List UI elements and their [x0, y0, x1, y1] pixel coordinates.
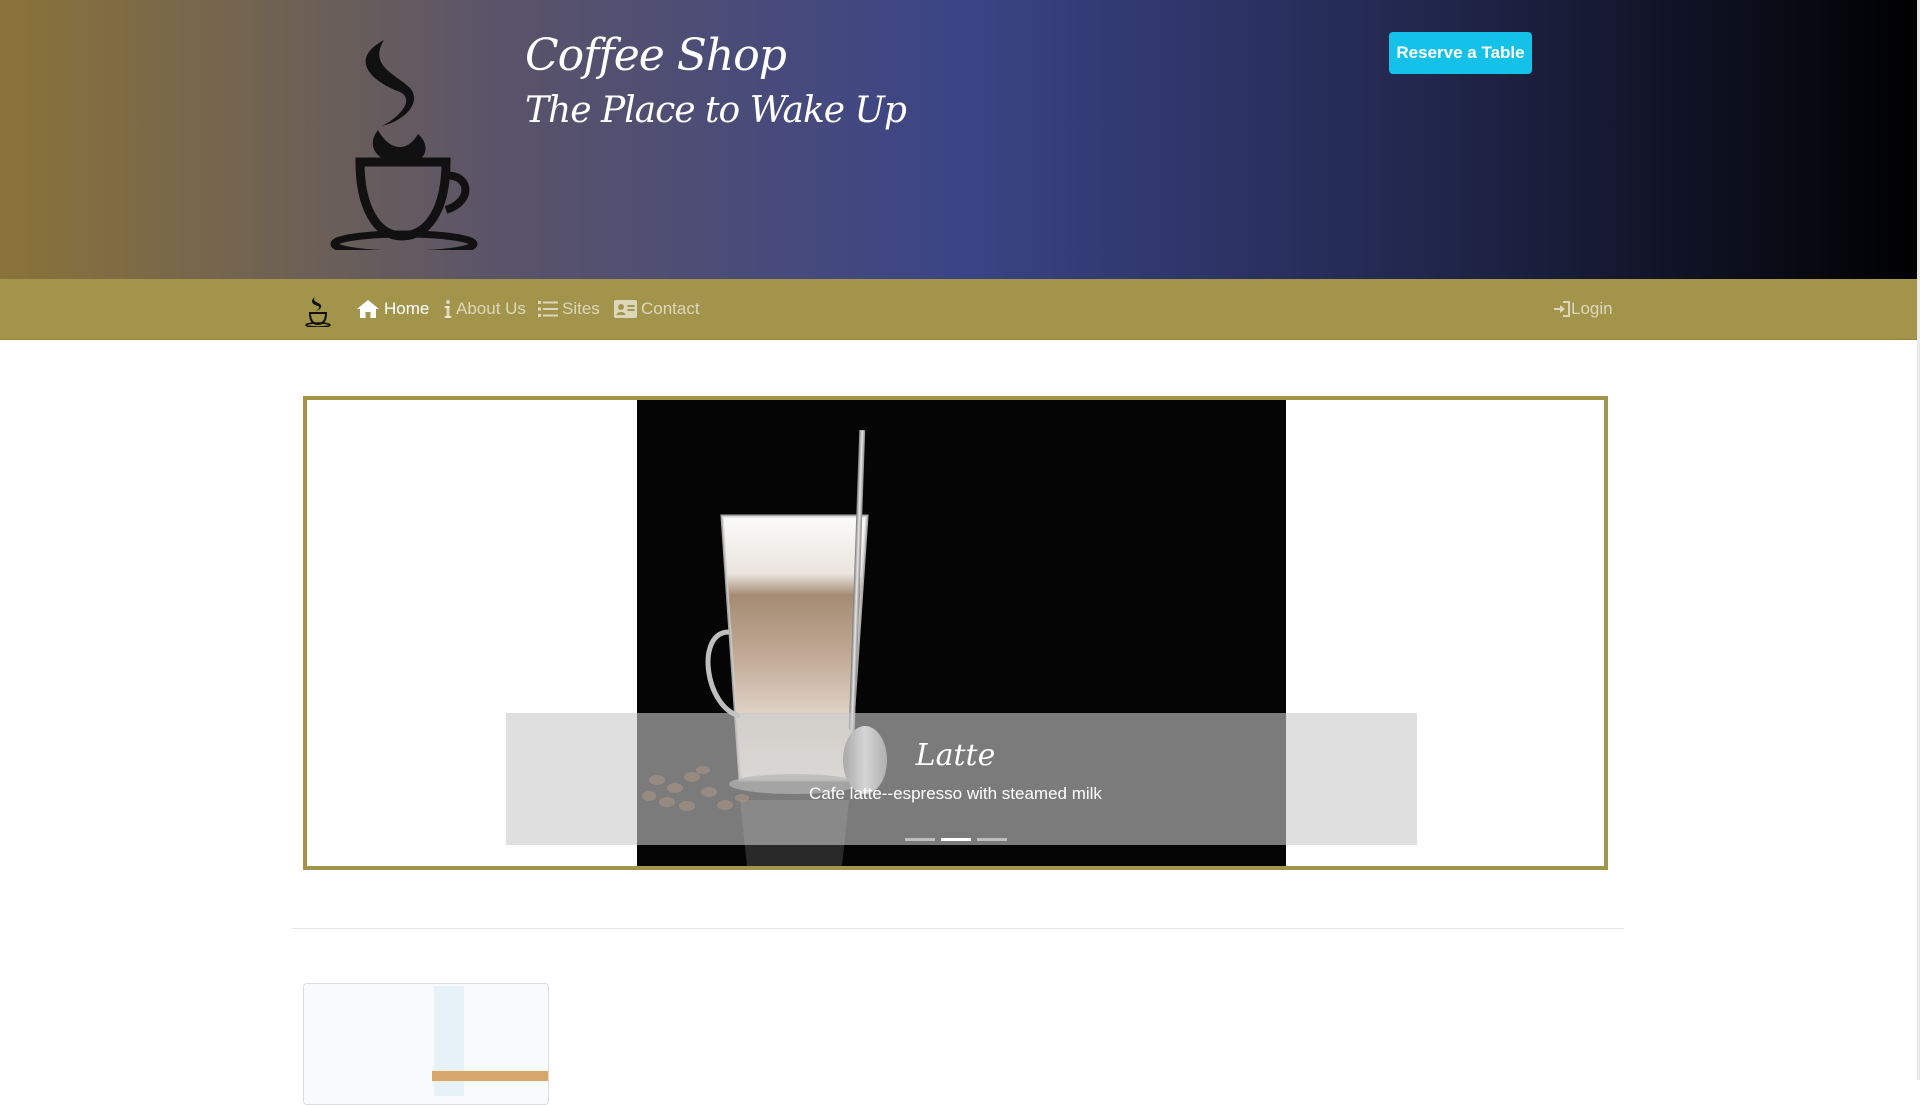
nav-item-label: About Us [456, 299, 526, 318]
carousel-indicator[interactable] [976, 838, 1007, 841]
reserve-table-button[interactable]: Reserve a Table [1389, 32, 1532, 74]
caption-background [506, 713, 1417, 845]
login-label: Login [1571, 299, 1613, 318]
info-icon [444, 300, 452, 318]
main-navbar: Home About Us Sites Contact Login [0, 279, 1920, 340]
nav-item-label: Sites [562, 299, 600, 318]
site-header: Coffee Shop The Place to Wake Up Reserve… [0, 0, 1920, 279]
carousel-indicator[interactable] [904, 838, 935, 841]
coffee-cup-brand-icon[interactable] [303, 295, 333, 327]
carousel-indicator-active[interactable] [940, 838, 971, 841]
nav-item-label: Contact [641, 299, 700, 318]
address-card-icon [614, 300, 637, 318]
sign-in-icon [1554, 301, 1570, 317]
card-image-icon [304, 984, 548, 1104]
carousel-indicators [307, 838, 1604, 841]
nav-item-contact[interactable]: Contact [614, 279, 700, 339]
content-card[interactable] [303, 983, 549, 1105]
slide-caption-title: Latte [915, 738, 996, 773]
coffee-cup-logo-icon [330, 40, 478, 250]
list-icon [538, 301, 558, 317]
nav-item-home[interactable]: Home [356, 279, 429, 339]
slide-caption-text: Cafe latte--espresso with steamed milk [809, 784, 1102, 803]
nav-item-sites[interactable]: Sites [538, 279, 600, 339]
site-title: Coffee Shop [525, 30, 787, 81]
login-link[interactable]: Login [1554, 279, 1613, 339]
image-carousel: Latte Cafe latte--espresso with steamed … [303, 396, 1608, 870]
nav-item-label: Home [384, 299, 430, 318]
section-divider [292, 928, 1624, 929]
home-icon [357, 300, 379, 318]
site-subtitle: The Place to Wake Up [525, 90, 907, 131]
nav-item-about-us[interactable]: About Us [443, 279, 526, 339]
